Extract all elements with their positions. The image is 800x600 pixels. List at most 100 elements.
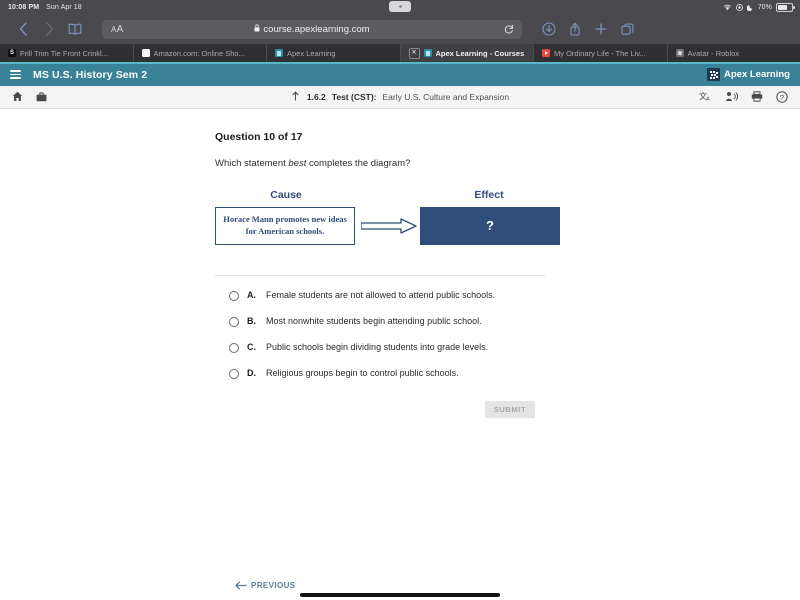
apex-favicon — [423, 49, 432, 57]
radio-button-a[interactable] — [229, 290, 239, 301]
option-letter: D. — [247, 367, 256, 378]
activity-nav-bar: 1.6.2 Test (CST): Early U.S. Culture and… — [0, 85, 800, 109]
option-text: Most nonwhite students begin attending p… — [266, 315, 482, 326]
prompt-emphasis: best — [288, 157, 307, 169]
answer-options: A. Female students are not allowed to at… — [229, 290, 565, 379]
status-notch-pill: ◂ — [389, 1, 411, 12]
previous-label: PREVIOUS — [251, 581, 296, 590]
lock-icon — [254, 23, 260, 35]
bottom-navigation: PREVIOUS — [0, 581, 800, 590]
cause-effect-diagram: Cause Effect Horace Mann promotes new id… — [215, 189, 560, 251]
screen-record-icon — [735, 3, 743, 11]
apex-brand-name: Apex Learning — [724, 69, 790, 80]
cause-text: Horace Mann promotes new ideas for Ameri… — [223, 214, 347, 236]
tab-label: Apex Learning - Courses — [435, 48, 525, 58]
status-time: 10:08 PM — [8, 3, 40, 11]
apex-favicon — [275, 49, 283, 57]
ios-status-bar: 10:08 PM Sun Apr 18 ◂ 70% — [0, 0, 800, 14]
hamburger-menu-icon[interactable] — [10, 70, 21, 79]
submit-row: SUBMIT — [485, 400, 565, 418]
show-tabs-button[interactable] — [614, 16, 640, 42]
radio-button-d[interactable] — [229, 368, 239, 379]
battery-icon — [776, 2, 795, 12]
home-indicator — [300, 593, 500, 597]
question-counter: Question 10 of 17 — [215, 130, 303, 143]
forward-button[interactable] — [36, 16, 62, 42]
option-text: Religious groups begin to control public… — [266, 367, 459, 378]
question-prompt: Which statement best completes the diagr… — [215, 158, 565, 169]
roblox-favicon — [675, 49, 684, 57]
text-size-button[interactable]: AA — [111, 24, 124, 35]
browser-tab[interactable]: S Frill Trim Tie Front Crinkl... — [0, 44, 134, 62]
app-header: MS U.S. History Sem 2 Apex Learning — [0, 63, 800, 86]
activity-type: Test (CST): — [331, 91, 377, 102]
breadcrumb: 1.6.2 Test (CST): Early U.S. Culture and… — [291, 90, 509, 103]
url-text: course.apexlearning.com — [263, 23, 370, 35]
effect-box: ? — [420, 206, 560, 245]
radio-button-c[interactable] — [229, 342, 239, 353]
option-text: Public schools begin dividing students i… — [266, 341, 489, 352]
close-icon[interactable]: ✕ — [408, 47, 420, 59]
option-letter: A. — [247, 289, 256, 300]
activity-number: 1.6.2 — [306, 91, 326, 102]
effect-heading: Effect — [474, 188, 504, 201]
url-display: course.apexlearning.com — [102, 24, 522, 35]
browser-tab[interactable]: My Ordinary Life - The Liv... — [534, 44, 668, 62]
amazon-favicon: a — [141, 49, 150, 57]
course-title: MS U.S. History Sem 2 — [33, 68, 148, 81]
bookmarks-button[interactable] — [62, 16, 88, 42]
activity-name: Early U.S. Culture and Expansion — [382, 91, 510, 102]
browser-tab-active[interactable]: ✕ Apex Learning - Courses — [400, 44, 534, 62]
moon-icon — [746, 4, 754, 11]
submit-button[interactable]: SUBMIT — [485, 400, 535, 418]
radio-button-b[interactable] — [229, 316, 239, 327]
browser-tab[interactable]: a Amazon.com: Online Sho... — [134, 44, 267, 62]
tab-label: Amazon.com: Online Sho... — [153, 48, 245, 58]
help-icon[interactable]: ? — [776, 90, 788, 103]
up-arrow-icon[interactable] — [291, 90, 301, 103]
browser-toolbar: AA course.apexlearning.com — [0, 14, 800, 44]
svg-text:A: A — [706, 97, 710, 102]
home-icon[interactable] — [12, 91, 23, 102]
previous-button[interactable]: PREVIOUS — [235, 581, 296, 590]
cause-box: Horace Mann promotes new ideas for Ameri… — [215, 206, 355, 245]
answer-option-b[interactable]: B. Most nonwhite students begin attendin… — [229, 316, 565, 327]
tab-label: My Ordinary Life - The Liv... — [554, 48, 646, 58]
read-aloud-icon[interactable] — [725, 91, 738, 102]
content-divider — [215, 274, 545, 276]
prompt-part-2: completes the diagram? — [306, 157, 411, 169]
tab-label: Apex Learning — [287, 48, 336, 58]
back-button[interactable] — [10, 16, 36, 42]
reload-button[interactable] — [504, 24, 514, 34]
browser-tab[interactable]: Apex Learning — [267, 44, 401, 62]
answer-option-c[interactable]: C. Public schools begin dividing student… — [229, 342, 565, 353]
nav-right-icons: 文A ? — [699, 90, 788, 103]
status-date: Sun Apr 18 — [46, 3, 82, 11]
right-arrow-icon — [360, 217, 417, 234]
translate-icon[interactable]: 文A — [699, 91, 712, 102]
address-bar[interactable]: AA course.apexlearning.com — [102, 19, 522, 39]
arrow-left-icon — [235, 581, 247, 590]
downloads-button[interactable] — [536, 16, 562, 42]
option-letter: C. — [247, 341, 256, 352]
share-button[interactable] — [562, 16, 588, 42]
shein-favicon: S — [8, 49, 16, 57]
svg-text:?: ? — [780, 92, 784, 101]
prompt-part-1: Which statement — [215, 157, 289, 169]
cause-heading: Cause — [270, 188, 302, 201]
answer-option-d[interactable]: D. Religious groups begin to control pub… — [229, 368, 565, 379]
effect-text: ? — [486, 218, 494, 233]
wifi-icon — [723, 4, 732, 11]
browser-tab[interactable]: Avatar - Roblox — [668, 44, 800, 62]
answer-option-a[interactable]: A. Female students are not allowed to at… — [229, 290, 565, 301]
question-content: Question 10 of 17 Which statement best c… — [0, 108, 800, 418]
browser-tab-strip: S Frill Trim Tie Front Crinkl... a Amazo… — [0, 44, 800, 62]
apex-logo-icon — [707, 68, 720, 81]
print-icon[interactable] — [751, 91, 763, 102]
new-tab-button[interactable] — [588, 16, 614, 42]
battery-percent: 70% — [757, 3, 772, 11]
briefcase-icon[interactable] — [36, 91, 47, 102]
option-text: Female students are not allowed to atten… — [266, 289, 496, 300]
tab-label: Frill Trim Tie Front Crinkl... — [20, 48, 108, 58]
apex-brand: Apex Learning — [707, 68, 790, 81]
